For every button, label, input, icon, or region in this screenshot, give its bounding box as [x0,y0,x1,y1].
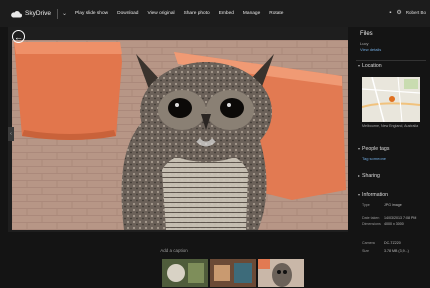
tag-someone-link[interactable]: Tag someone [362,156,386,161]
collapse-triangle-icon: ▾ [358,192,361,197]
user-name[interactable]: Robert Bo [406,10,426,15]
collapse-triangle-icon: ▾ [358,146,361,151]
chevron-down-icon[interactable]: ⌄ [62,10,67,17]
thumbnail-filmstrip [162,259,306,287]
app-title: SkyDrive [25,10,52,17]
panel-file-name: Lucy [360,41,369,46]
information-section-header[interactable]: ▾ Information [358,192,388,198]
top-command-bar: SkyDrive ⌄ Play slide show Download View… [0,0,430,27]
map-caption: Melbourne, New England, Australia [362,124,419,128]
thumbnail-2[interactable] [210,259,256,287]
expand-triangle-icon: ▸ [358,173,361,178]
info-row-date: Date taken 14/03/2013 7:08 PM [362,216,417,220]
people-tags-section-header[interactable]: ▾ People tags [358,146,389,152]
thumbnail-1[interactable] [162,259,208,287]
owl-photo-image [12,40,348,230]
panel-divider [356,60,426,61]
information-label: Information [362,192,388,198]
location-map[interactable] [362,77,420,122]
location-section-header[interactable]: ▾ Location [358,63,382,69]
skydrive-logo[interactable]: SkyDrive [10,10,51,18]
embed-button[interactable]: Embed [219,11,234,16]
rotate-button[interactable]: Rotate [269,11,283,16]
back-arrow-icon[interactable]: ← [12,30,25,43]
view-details-link[interactable]: View details [360,47,381,52]
view-original-button[interactable]: View original [147,11,174,16]
sharing-section-header[interactable]: ▸ Sharing [358,173,380,179]
command-list: Play slide show Download View original S… [75,11,292,16]
share-photo-button[interactable]: Share photo [184,11,210,16]
cloud-icon [11,10,22,17]
info-row-type: Type JPG image [362,203,402,207]
add-caption-link[interactable]: Add a caption [0,248,348,253]
play-slide-show-button[interactable]: Play slide show [75,11,108,16]
messages-icon[interactable]: ▪ [389,10,391,16]
location-label: Location [362,63,382,69]
info-row-size: Size 3.78 MB (3,9...) [362,249,409,253]
title-divider [57,8,59,19]
thumbnail-3-current[interactable] [258,259,304,287]
info-row-camera: Camera DC-TZ220 [362,241,401,245]
account-tools: ▪ ⚙ Robert Bo [384,9,426,17]
owl-photo [12,40,348,230]
manage-menu[interactable]: Manage [243,11,260,16]
people-tags-label: People tags [362,146,390,152]
download-button[interactable]: Download [117,11,138,16]
gear-icon[interactable]: ⚙ [396,9,401,16]
sharing-label: Sharing [362,173,380,179]
collapse-triangle-icon: ▾ [358,63,361,68]
info-row-dimensions: Dimensions 4000 x 3000 [362,222,404,226]
previous-photo-icon[interactable]: ‹ [8,127,14,141]
panel-title: Files [360,31,373,37]
map-image [362,77,420,122]
photo-viewer-screen: SkyDrive ⌄ Play slide show Download View… [0,0,430,288]
map-pin-icon [389,96,395,102]
